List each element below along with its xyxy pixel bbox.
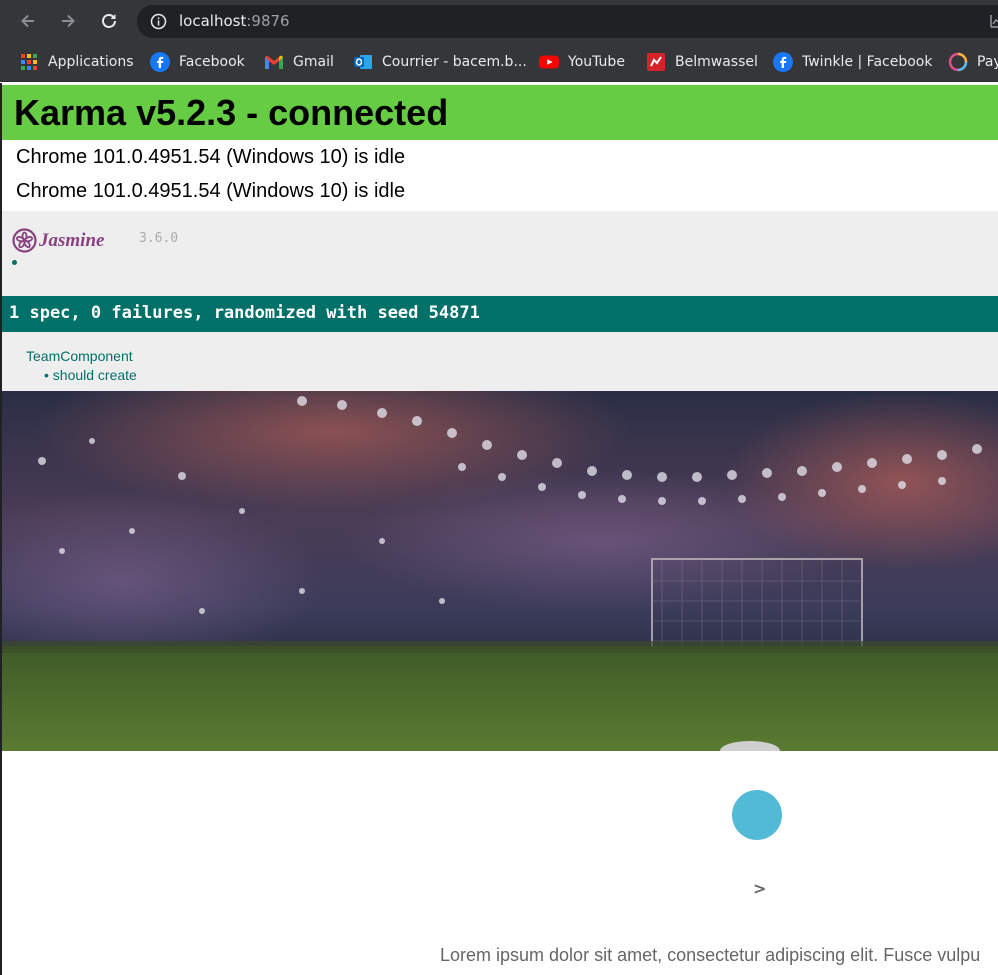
bookmark-courrier[interactable]: Courrier - bacem.b...: [353, 51, 527, 73]
karma-browser-status: Chrome 101.0.4951.54 (Windows 10) is idl…: [16, 180, 406, 202]
forward-button[interactable]: [55, 8, 81, 34]
facebook-icon: [773, 52, 793, 72]
bookmark-gmail[interactable]: Gmail: [264, 51, 334, 73]
url-host: localhost: [179, 12, 247, 30]
jasmine-version: 3.6.0: [139, 231, 179, 246]
site-info-icon[interactable]: [150, 13, 167, 30]
chart-icon[interactable]: [990, 14, 998, 28]
bookmarks-bar: Applications Facebook Gmail Courrier - b…: [0, 43, 998, 82]
jasmine-logo-text: Jasmine: [39, 229, 105, 251]
jasmine-summary-bar: 1 spec, 0 failures, randomized with seed…: [2, 296, 998, 332]
bookmark-label: YouTube: [568, 54, 625, 70]
jasmine-flower-icon: [12, 228, 37, 253]
reload-icon: [102, 14, 116, 28]
bookmark-twinkle[interactable]: Twinkle | Facebook: [773, 51, 932, 73]
intro-paragraph: Lorem ipsum dolor sit amet, consectetur …: [440, 945, 981, 965]
forward-arrow-icon: [62, 14, 75, 28]
back-button[interactable]: [15, 8, 41, 34]
youtube-icon: [539, 52, 559, 72]
facebook-icon: [150, 52, 170, 72]
karma-banner: Karma v5.2.3 - connected: [2, 85, 998, 140]
bookmark-youtube[interactable]: YouTube: [539, 51, 625, 73]
browser-toolbar: localhost:9876: [0, 0, 998, 43]
bookmark-label: Facebook: [179, 54, 245, 70]
bookmark-applications[interactable]: Applications: [19, 51, 134, 73]
bookmark-label: Applications: [48, 54, 134, 70]
apps-grid-icon: [19, 52, 39, 72]
address-bar[interactable]: localhost:9876: [137, 5, 998, 38]
gmail-icon: [264, 52, 284, 72]
spec-passed-dot[interactable]: [12, 260, 17, 265]
spec-link[interactable]: • should create: [44, 367, 137, 383]
suite-link[interactable]: TeamComponent: [26, 348, 133, 364]
bookmark-label: Courrier - bacem.b...: [382, 54, 527, 70]
stadium-hero-image: [2, 391, 998, 751]
back-arrow-icon: [21, 14, 34, 28]
loading-spinner: [732, 790, 782, 840]
bookmark-label: Gmail: [293, 54, 334, 70]
bookmark-belmwassel[interactable]: Belmwassel: [646, 51, 758, 73]
next-arrow[interactable]: >: [753, 879, 766, 898]
jasmine-summary-text: 1 spec, 0 failures, randomized with seed…: [9, 303, 480, 323]
pay-ring-icon: [948, 52, 968, 72]
bookmark-label: Pay: [977, 54, 998, 70]
bookmark-label: Twinkle | Facebook: [802, 54, 933, 70]
url-port: :9876: [246, 12, 290, 30]
karma-browser-status: Chrome 101.0.4951.54 (Windows 10) is idl…: [16, 146, 406, 168]
bookmark-facebook[interactable]: Facebook: [150, 51, 245, 73]
reload-button[interactable]: [96, 8, 122, 34]
bookmark-label: Belmwassel: [675, 54, 758, 70]
belmwassel-icon: [646, 52, 666, 72]
outlook-icon: [353, 52, 373, 72]
jasmine-logo[interactable]: Jasmine: [12, 228, 104, 253]
url-text[interactable]: localhost:9876: [179, 12, 290, 30]
karma-title: Karma v5.2.3 - connected: [14, 92, 449, 133]
page-viewport: Karma v5.2.3 - connected Chrome 101.0.49…: [0, 83, 998, 975]
bookmark-pay[interactable]: Pay: [948, 51, 998, 73]
